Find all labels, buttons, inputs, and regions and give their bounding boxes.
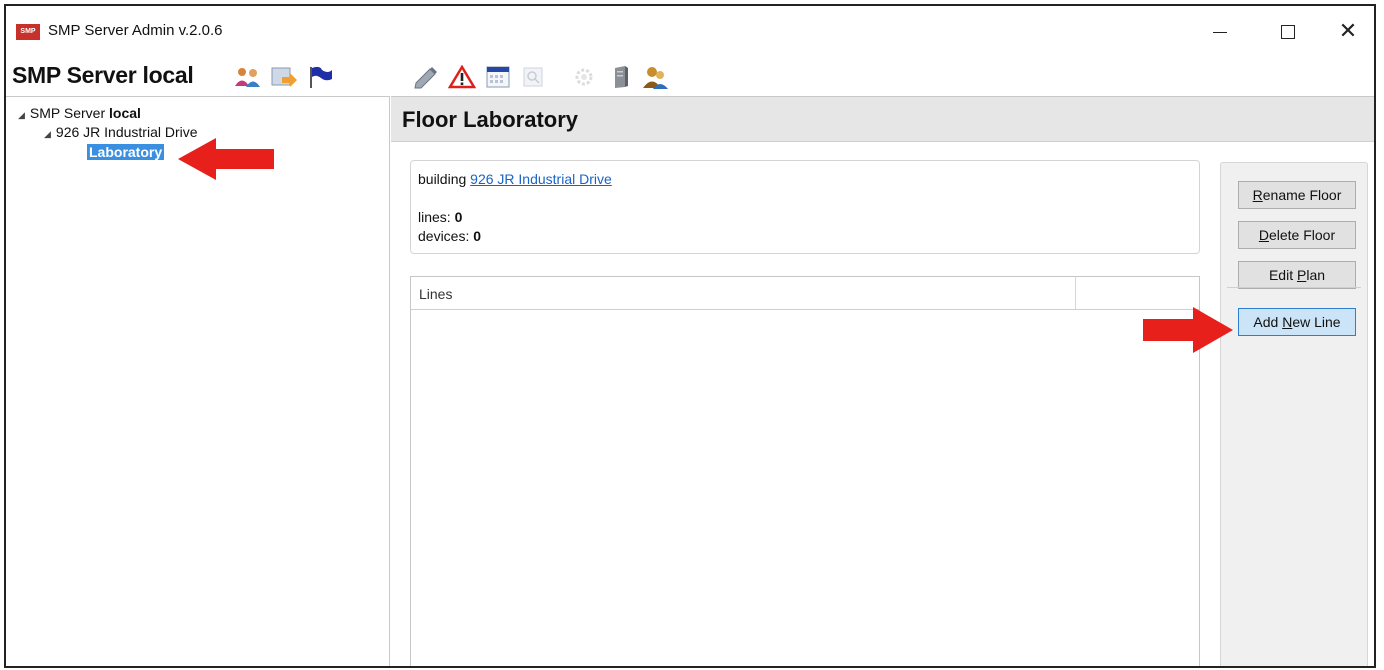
server-title: SMP Server local	[12, 62, 194, 88]
collapse-icon[interactable]: ◢	[18, 110, 25, 121]
minimize-icon	[1213, 31, 1227, 33]
minimize-button[interactable]	[1200, 14, 1240, 48]
title-bar: SMP SMP Server Admin v.2.0.6 ✕	[6, 6, 1374, 56]
building-link[interactable]: 926 JR Industrial Drive	[470, 171, 612, 187]
panel-divider	[1227, 287, 1361, 288]
lines-count: 0	[454, 209, 463, 225]
delete-floor-button[interactable]: Delete Floor	[1238, 221, 1356, 249]
floor-actions-panel: Rename Floor Delete Floor Edit Plan Add …	[1220, 162, 1368, 666]
export-icon[interactable]	[270, 64, 298, 90]
tree-node-floor[interactable]: Laboratory	[87, 144, 165, 160]
warning-icon[interactable]	[448, 64, 476, 90]
calendar-icon[interactable]	[484, 64, 512, 90]
lines-info: lines: 0	[418, 209, 462, 225]
search-icon	[520, 64, 548, 90]
lines-table[interactable]: Lines	[410, 276, 1200, 666]
flag-icon[interactable]	[306, 64, 334, 90]
annotation-arrow-icon	[1143, 307, 1233, 353]
annotation-arrow-icon	[178, 138, 274, 180]
window-title: SMP Server Admin v.2.0.6	[48, 22, 223, 39]
devices-info: devices: 0	[418, 228, 481, 244]
maximize-button[interactable]	[1268, 14, 1308, 48]
add-new-line-button[interactable]: Add New Line	[1238, 308, 1356, 336]
close-button[interactable]: ✕	[1328, 14, 1368, 48]
lines-label: lines:	[418, 209, 455, 225]
tree-label-server-bold: local	[109, 105, 141, 121]
tree-node-server[interactable]: ◢ SMP Server local	[18, 105, 141, 121]
tree-label-server: SMP Server	[29, 105, 110, 121]
lines-table-header: Lines	[411, 277, 1199, 310]
gear-icon	[570, 64, 598, 90]
column-divider[interactable]	[1075, 277, 1076, 309]
floor-body: building 926 JR Industrial Drive lines: …	[391, 142, 1374, 666]
floor-info-box: building 926 JR Industrial Drive lines: …	[410, 160, 1200, 254]
floor-header: Floor Laboratory	[391, 97, 1374, 142]
collapse-icon[interactable]: ◢	[44, 129, 51, 140]
edit-plan-button[interactable]: Edit Plan	[1238, 261, 1356, 289]
server-icon[interactable]	[606, 64, 634, 90]
maximize-icon	[1281, 25, 1295, 40]
user-group-icon[interactable]	[642, 64, 670, 90]
column-header-lines[interactable]: Lines	[419, 286, 452, 302]
building-label: building	[418, 171, 471, 187]
page-title: Floor Laboratory	[402, 107, 579, 132]
devices-label: devices:	[418, 228, 474, 244]
toolbar: SMP Server local	[6, 56, 1374, 96]
navigation-tree: ◢ SMP Server local ◢ 926 JR Industrial Dri…	[6, 96, 390, 666]
users-icon[interactable]	[234, 64, 262, 90]
pencil-icon[interactable]	[412, 64, 440, 90]
tree-label-floor: Laboratory	[87, 144, 165, 160]
rename-floor-button[interactable]: Rename Floor	[1238, 181, 1356, 209]
tree-label-building: 926 JR Industrial Drive	[55, 124, 198, 140]
floor-detail-pane: Floor Laboratory building 926 JR Industr…	[391, 96, 1374, 666]
tree-node-building[interactable]: ◢ 926 JR Industrial Drive	[44, 124, 198, 140]
building-info: building 926 JR Industrial Drive	[418, 171, 612, 187]
devices-count: 0	[473, 228, 482, 244]
app-logo-icon: SMP	[16, 24, 40, 40]
